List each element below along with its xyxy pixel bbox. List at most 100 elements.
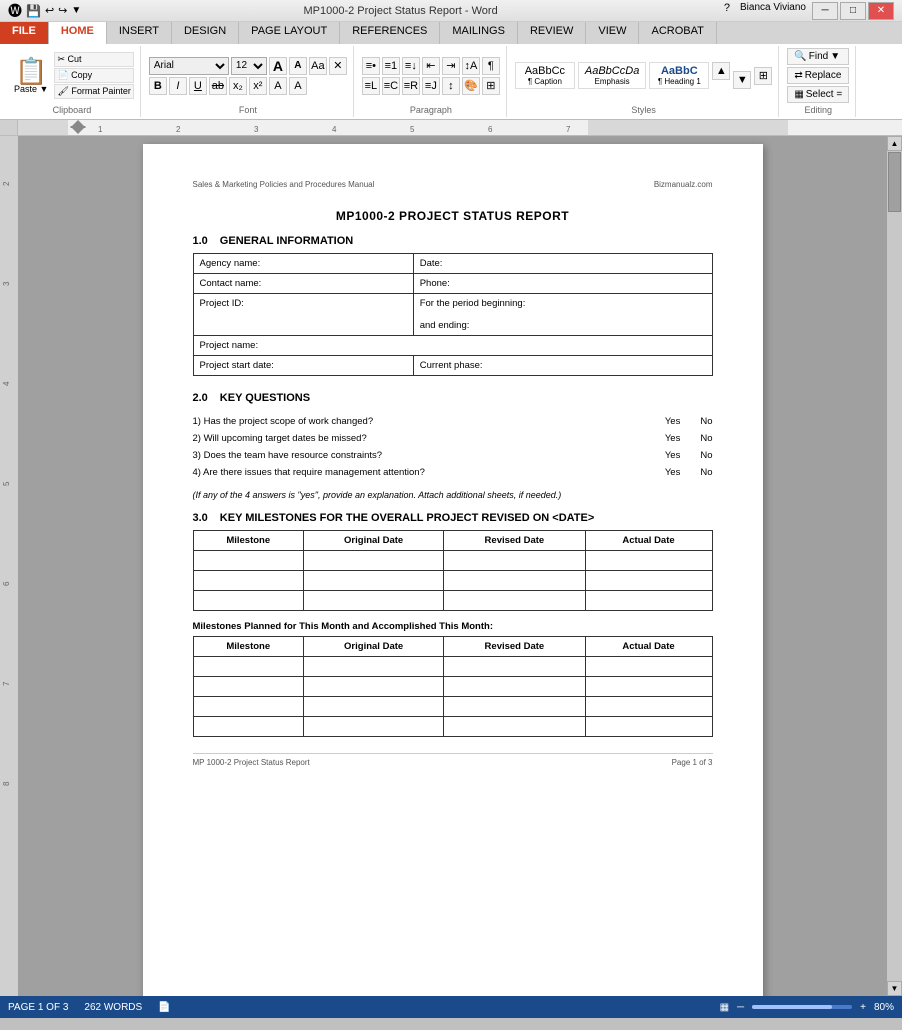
superscript-button[interactable]: x² xyxy=(249,77,267,95)
svg-text:5: 5 xyxy=(2,481,11,486)
scroll-up-button[interactable]: ▲ xyxy=(887,136,902,151)
multilevel-button[interactable]: ≡↓ xyxy=(402,57,420,75)
font-label: Font xyxy=(149,103,347,115)
minimize-button[interactable]: ─ xyxy=(812,2,838,20)
tab-references[interactable]: REFERENCES xyxy=(340,22,440,44)
view-icon: 📄 xyxy=(158,1002,170,1013)
clipboard-group: 📋 Paste ▼ ✂ Cut 📄 Copy 🖌 Format Painter … xyxy=(4,46,141,117)
increase-font-button[interactable]: A xyxy=(269,57,287,75)
status-right: ▦ ─ + 80% xyxy=(720,1002,894,1013)
align-center-button[interactable]: ≡C xyxy=(382,77,400,95)
increase-indent-button[interactable]: ⇥ xyxy=(442,57,460,75)
replace-button[interactable]: ⇄ Replace xyxy=(787,67,849,84)
format-painter-button[interactable]: 🖌 Format Painter xyxy=(54,84,133,99)
planned-milestone-col: Milestone xyxy=(193,637,303,657)
cut-button[interactable]: ✂ Cut xyxy=(54,52,133,67)
change-case-button[interactable]: Aa xyxy=(309,57,327,75)
font-size-select[interactable]: 12 xyxy=(231,57,267,75)
help-button[interactable]: ? xyxy=(720,2,734,20)
underline-button[interactable]: U xyxy=(189,77,207,95)
text-highlight-button[interactable]: A xyxy=(269,77,287,95)
restore-button[interactable]: □ xyxy=(840,2,866,20)
tab-review[interactable]: REVIEW xyxy=(518,22,586,44)
numbering-button[interactable]: ≡1 xyxy=(382,57,400,75)
zoom-in-button[interactable]: + xyxy=(860,1002,866,1013)
strikethrough-button[interactable]: ab xyxy=(209,77,227,95)
undo-icon[interactable]: ↩ xyxy=(45,4,54,17)
decrease-font-button[interactable]: A xyxy=(289,57,307,75)
question-2-text: 2) Will upcoming target dates be missed? xyxy=(193,433,665,444)
table-row xyxy=(193,571,712,591)
question-3-yesno: Yes No xyxy=(665,450,713,461)
decrease-indent-button[interactable]: ⇤ xyxy=(422,57,440,75)
save-icon[interactable]: 💾 xyxy=(26,4,41,18)
styles-scroll-up[interactable]: ▲ xyxy=(712,62,730,80)
bullets-button[interactable]: ≡• xyxy=(362,57,380,75)
style-emphasis[interactable]: AaBbCcDa Emphasis xyxy=(578,62,646,89)
section1-title: GENERAL INFORMATION xyxy=(220,235,353,247)
align-right-button[interactable]: ≡R xyxy=(402,77,420,95)
window-controls[interactable]: ? Bianca Viviano ─ □ ✕ xyxy=(720,2,894,20)
tab-home[interactable]: HOME xyxy=(49,22,107,44)
italic-button[interactable]: I xyxy=(169,77,187,95)
tab-file[interactable]: FILE xyxy=(0,22,49,44)
close-button[interactable]: ✕ xyxy=(868,2,894,20)
milestone-col-header: Milestone xyxy=(193,531,303,551)
question-4-yesno: Yes No xyxy=(665,467,713,478)
agency-name-label: Agency name: xyxy=(193,254,413,274)
section1-number: 1.0 xyxy=(193,235,208,247)
orig-date-col-header: Original Date xyxy=(303,531,443,551)
tab-mailings[interactable]: MAILINGS xyxy=(440,22,518,44)
tab-view[interactable]: VIEW xyxy=(586,22,639,44)
view-mode-icon[interactable]: ▦ xyxy=(720,1002,729,1013)
style-caption[interactable]: AaBbCc ¶ Caption xyxy=(515,62,575,89)
styles-content: AaBbCc ¶ Caption AaBbCcDa Emphasis AaBbC… xyxy=(515,48,772,103)
tab-design[interactable]: DESIGN xyxy=(172,22,239,44)
font-color-button[interactable]: A xyxy=(289,77,307,95)
subscript-button[interactable]: x₂ xyxy=(229,77,247,95)
ribbon-content: 📋 Paste ▼ ✂ Cut 📄 Copy 🖌 Format Painter … xyxy=(0,44,902,119)
style-heading1[interactable]: AaBbC ¶ Heading 1 xyxy=(649,62,709,89)
svg-text:7: 7 xyxy=(2,681,11,686)
styles-expand[interactable]: ⊞ xyxy=(754,67,772,85)
scrollbar-track[interactable] xyxy=(887,151,902,981)
sort-button[interactable]: ↕A xyxy=(462,57,480,75)
align-left-button[interactable]: ≡L xyxy=(362,77,380,95)
title-bar: 🅦 💾 ↩ ↪ ▼ MP1000-2 Project Status Report… xyxy=(0,0,902,22)
show-formatting-button[interactable]: ¶ xyxy=(482,57,500,75)
justify-button[interactable]: ≡J xyxy=(422,77,440,95)
shading-button[interactable]: 🎨 xyxy=(462,77,480,95)
table-row xyxy=(193,697,712,717)
table-row: Contact name: Phone: xyxy=(193,274,712,294)
quick-access-icon[interactable]: ▼ xyxy=(71,5,81,16)
clear-format-button[interactable]: ✕ xyxy=(329,57,347,75)
right-scrollbar[interactable]: ▲ ▼ xyxy=(887,136,902,996)
tab-acrobat[interactable]: ACROBAT xyxy=(639,22,716,44)
styles-scroll-down[interactable]: ▼ xyxy=(733,71,751,89)
tab-page-layout[interactable]: PAGE LAYOUT xyxy=(239,22,340,44)
select-button[interactable]: ▦ Select = xyxy=(787,86,849,103)
question-4-no: No xyxy=(700,467,712,478)
current-phase-label: Current phase: xyxy=(413,356,712,376)
svg-text:1: 1 xyxy=(98,125,103,134)
paste-button[interactable]: 📋 Paste ▼ xyxy=(10,56,52,96)
zoom-out-button[interactable]: ─ xyxy=(737,1002,744,1013)
tab-insert[interactable]: INSERT xyxy=(107,22,172,44)
find-button[interactable]: 🔍 Find ▼ xyxy=(787,48,849,65)
page-count: PAGE 1 OF 3 xyxy=(8,1002,68,1013)
project-id-label: Project ID: xyxy=(193,294,413,336)
clipboard-label: Clipboard xyxy=(10,103,134,115)
bold-button[interactable]: B xyxy=(149,77,167,95)
redo-icon[interactable]: ↪ xyxy=(58,4,67,17)
question-3-text: 3) Does the team have resource constrain… xyxy=(193,450,665,461)
zoom-slider[interactable] xyxy=(752,1005,852,1009)
borders-button[interactable]: ⊞ xyxy=(482,77,500,95)
styles-group: AaBbCc ¶ Caption AaBbCcDa Emphasis AaBbC… xyxy=(509,46,779,117)
copy-button[interactable]: 📄 Copy xyxy=(54,68,133,83)
document-scroll-area[interactable]: Sales & Marketing Policies and Procedure… xyxy=(18,136,887,996)
line-spacing-button[interactable]: ↕ xyxy=(442,77,460,95)
scroll-down-button[interactable]: ▼ xyxy=(887,981,902,996)
font-name-select[interactable]: Arial xyxy=(149,57,229,75)
contact-name-label: Contact name: xyxy=(193,274,413,294)
scrollbar-thumb[interactable] xyxy=(888,152,901,212)
